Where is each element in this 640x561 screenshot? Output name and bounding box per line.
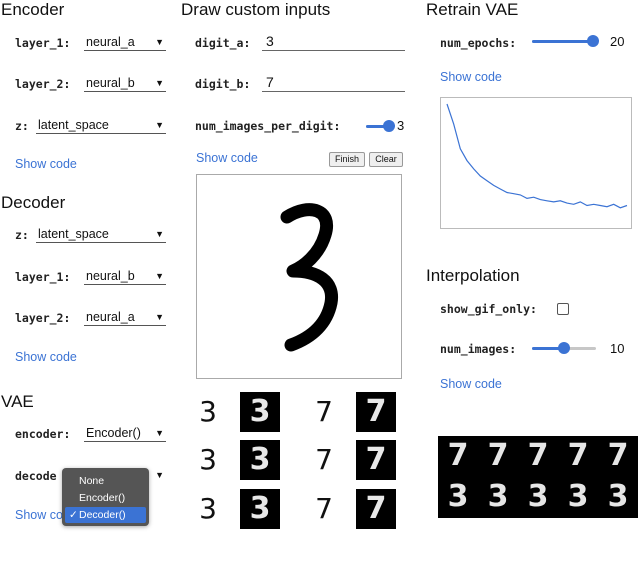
input-digit-a: 3 (199, 395, 217, 428)
checkmark-icon: ✓ (69, 509, 78, 521)
input-digit-a: 3 (199, 492, 217, 525)
vae-encoder-select[interactable]: Encoder() ▼ (84, 424, 166, 442)
encoder-layer1-value: neural_a (86, 35, 135, 49)
decoder-z-value: latent_space (38, 227, 109, 241)
interp-num-images-slider[interactable] (532, 342, 596, 354)
input-digit-b: 7 (315, 395, 333, 428)
encoder-z-label: z: (15, 119, 29, 133)
drawn-digit-three (280, 203, 339, 352)
encoder-layer1-label: layer_1: (15, 36, 71, 50)
dropdown-caret-icon: ▼ (155, 428, 164, 438)
interp-num-images-label: num_images: (440, 342, 517, 356)
decoder-dropdown-menu[interactable]: None Encoder() ✓ Decoder() (62, 468, 149, 526)
loss-curve-line (446, 103, 628, 209)
encoder-layer2-select[interactable]: neural_b ▼ (84, 74, 166, 92)
draw-show-code-link[interactable]: Show code (196, 151, 258, 165)
encoder-heading: Encoder (1, 0, 65, 19)
vae-heading: VAE (1, 392, 34, 411)
decoder-layer2-value: neural_a (86, 310, 135, 324)
num-epochs-label: num_epochs: (440, 36, 517, 50)
decoder-layer1-label: layer_1: (15, 270, 71, 284)
dropdown-caret-icon: ▼ (155, 37, 164, 47)
reconstructed-digit-a: 3 (240, 489, 280, 529)
interpolation-frame-top: 7 (607, 438, 629, 473)
loss-curve-plot (446, 103, 628, 209)
interpolation-strip: 77777 33333 (438, 436, 638, 518)
decoder-layer2-label: layer_2: (15, 311, 71, 325)
interpolation-heading: Interpolation (426, 266, 520, 285)
encoder-layer1-select[interactable]: neural_a ▼ (84, 33, 166, 51)
reconstructed-digit-b: 7 (356, 440, 396, 480)
vae-show-code-link[interactable]: Show co (15, 508, 63, 522)
encoder-layer2-value: neural_b (86, 76, 135, 90)
encoder-z-value: latent_space (38, 118, 109, 132)
interpolation-frame-top: 7 (447, 438, 469, 473)
show-gif-only-checkbox[interactable] (557, 303, 569, 315)
slider-thumb[interactable] (383, 120, 396, 132)
interpolation-frame-bottom: 3 (607, 479, 629, 514)
decoder-show-code-link[interactable]: Show code (15, 350, 77, 364)
decoder-z-label: z: (15, 228, 29, 242)
digit-b-label: digit_b: (195, 77, 251, 91)
digit-a-label: digit_a: (195, 36, 251, 50)
decoder-z-select[interactable]: latent_space ▼ (36, 225, 166, 243)
num-images-per-digit-label: num_images_per_digit: (195, 119, 341, 133)
encoder-layer2-label: layer_2: (15, 77, 71, 91)
reconstructed-digit-b: 7 (356, 392, 396, 432)
interpolation-frame-bottom: 3 (447, 479, 469, 514)
interpolation-frame-bottom: 3 (527, 479, 549, 514)
drawing-canvas[interactable] (196, 174, 402, 379)
input-digit-a: 3 (199, 443, 217, 476)
dropdown-caret-icon: ▼ (155, 271, 164, 281)
draw-heading: Draw custom inputs (181, 0, 331, 19)
dropdown-caret-icon: ▼ (155, 470, 164, 480)
interpolation-frame-top: 7 (567, 438, 589, 473)
dropdown-caret-icon: ▼ (155, 312, 164, 322)
retrain-heading: Retrain VAE (426, 0, 519, 19)
num-images-per-digit-value: 3 (397, 118, 405, 133)
dropdown-caret-icon: ▼ (155, 120, 164, 130)
slider-thumb[interactable] (586, 35, 599, 47)
retrain-show-code-link[interactable]: Show code (440, 70, 502, 84)
vae-encoder-value: Encoder() (86, 426, 141, 440)
decoder-heading: Decoder (1, 193, 66, 212)
interp-num-images-value: 10 (610, 341, 625, 356)
menu-option-none[interactable]: None (65, 473, 146, 489)
dropdown-caret-icon: ▼ (155, 78, 164, 88)
reconstructed-digit-a: 3 (240, 392, 280, 432)
decoder-layer1-value: neural_b (86, 269, 135, 283)
input-digit-b: 7 (315, 492, 333, 525)
clear-button[interactable]: Clear (369, 152, 403, 167)
dropdown-caret-icon: ▼ (155, 229, 164, 239)
reconstructed-digit-a: 3 (240, 440, 280, 480)
digit-b-input[interactable]: 7 (262, 72, 405, 92)
vae-decoder-label: decode (15, 469, 57, 483)
decoder-layer1-select[interactable]: neural_b ▼ (84, 267, 166, 285)
encoder-show-code-link[interactable]: Show code (15, 157, 77, 171)
interpolation-frame-bottom: 3 (567, 479, 589, 514)
num-images-per-digit-slider[interactable] (366, 120, 396, 132)
num-epochs-slider[interactable] (532, 35, 599, 47)
loss-chart (440, 97, 632, 229)
interpolation-frame-bottom: 3 (487, 479, 509, 514)
finish-button[interactable]: Finish (329, 152, 365, 167)
menu-option-decoder[interactable]: ✓ Decoder() (65, 507, 146, 523)
encoder-z-select[interactable]: latent_space ▼ (36, 116, 166, 134)
interpolation-frame-top: 7 (487, 438, 509, 473)
vae-encoder-label: encoder: (15, 427, 71, 441)
num-epochs-value: 20 (610, 34, 625, 49)
show-gif-only-label: show_gif_only: (440, 302, 537, 316)
menu-option-encoder[interactable]: Encoder() (65, 490, 146, 506)
reconstructed-digit-b: 7 (356, 489, 396, 529)
decoder-layer2-select[interactable]: neural_a ▼ (84, 308, 166, 326)
slider-thumb[interactable] (558, 342, 570, 354)
interpolation-frame-top: 7 (527, 438, 549, 473)
digit-a-input[interactable]: 3 (262, 31, 405, 51)
input-digit-b: 7 (315, 443, 333, 476)
interpolation-show-code-link[interactable]: Show code (440, 377, 502, 391)
